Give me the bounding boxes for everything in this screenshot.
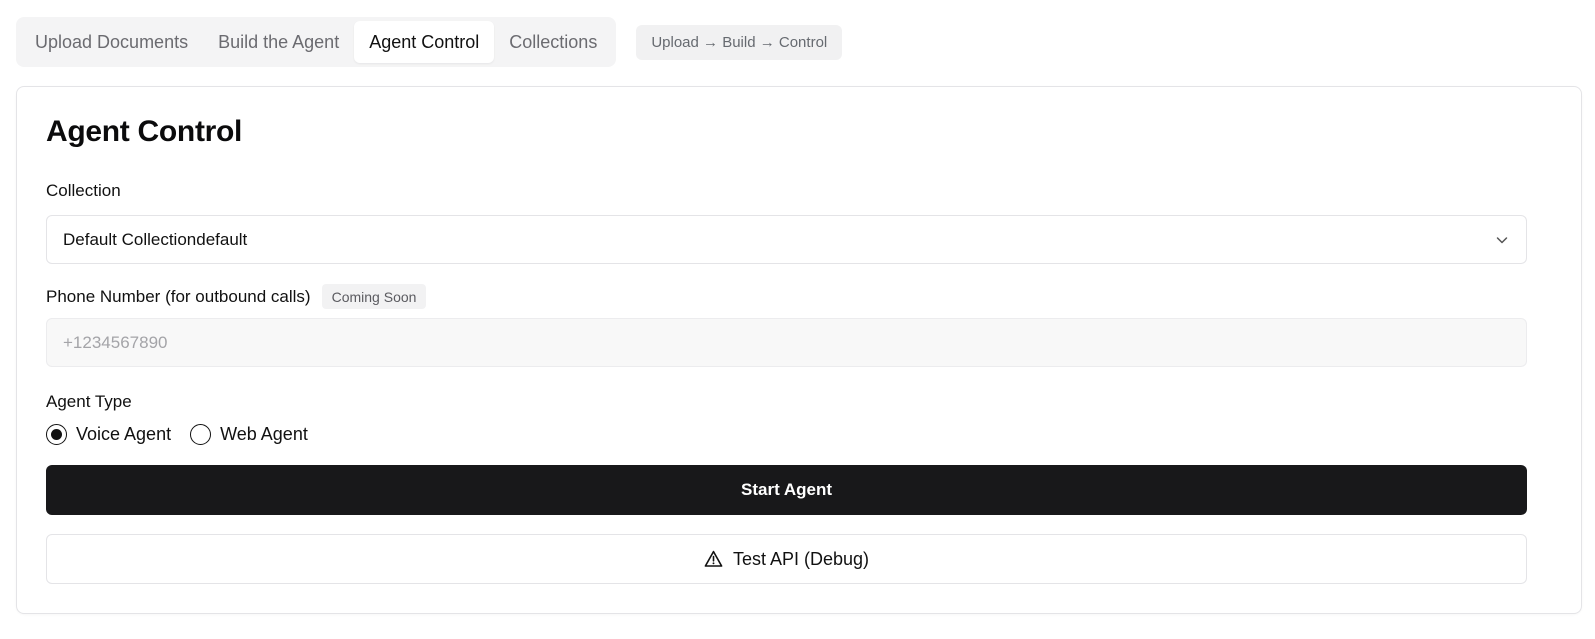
radio-voice-agent-label: Voice Agent [76, 424, 172, 444]
agent-type-label: Agent Type [46, 392, 132, 411]
radio-button-selected[interactable] [46, 424, 67, 445]
test-api-debug-label: Test API (Debug) [732, 548, 870, 569]
radio-web-agent[interactable]: Web Agent [190, 424, 308, 445]
top-navigation: Upload Documents Build the Agent Agent C… [16, 17, 843, 67]
collection-select[interactable]: Default Collectiondefault [46, 215, 1527, 264]
phone-number-input[interactable] [46, 318, 1527, 367]
chevron-down-icon [1494, 232, 1510, 248]
tab-agent-control[interactable]: Agent Control [354, 21, 495, 63]
collection-selected-value: Default Collectiondefault [63, 229, 248, 249]
warning-triangle-icon [704, 550, 723, 568]
collection-label: Collection [46, 181, 121, 200]
workflow-hint: Upload → Build → Control [636, 24, 843, 60]
radio-voice-agent[interactable]: Voice Agent [46, 424, 171, 445]
tab-build-the-agent[interactable]: Build the Agent [203, 21, 354, 63]
tab-collections[interactable]: Collections [494, 21, 612, 63]
agent-type-radio-group: Voice Agent Web Agent [46, 424, 327, 445]
phone-label-row: Phone Number (for outbound calls) Coming… [46, 284, 427, 309]
agent-control-card: Agent Control Collection Default Collect… [16, 86, 1582, 614]
radio-button-unselected[interactable] [190, 424, 212, 445]
start-agent-button[interactable]: Start Agent [46, 465, 1527, 515]
test-api-debug-button[interactable]: Test API (Debug) [46, 534, 1527, 584]
page-title: Agent Control [46, 115, 243, 148]
phone-number-label: Phone Number (for outbound calls) [46, 286, 311, 306]
tab-list: Upload Documents Build the Agent Agent C… [16, 17, 617, 67]
tab-upload-documents[interactable]: Upload Documents [20, 21, 203, 63]
coming-soon-badge: Coming Soon [321, 284, 427, 309]
radio-web-agent-label: Web Agent [220, 424, 308, 444]
